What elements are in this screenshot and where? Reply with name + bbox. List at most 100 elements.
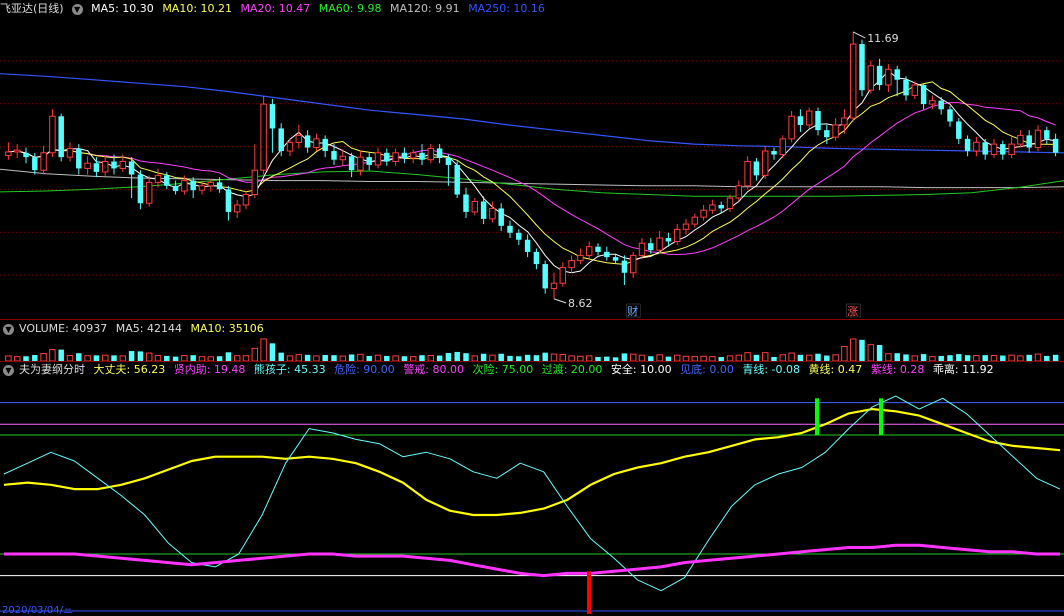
candle-body xyxy=(859,44,865,91)
candle-body xyxy=(304,135,311,148)
candle-body xyxy=(629,254,637,274)
candle-body xyxy=(207,181,215,187)
volume-bar xyxy=(542,352,548,361)
candle-body xyxy=(23,152,29,158)
candle xyxy=(577,248,584,265)
volume-bar xyxy=(225,352,232,361)
candle xyxy=(454,161,460,198)
candle-body xyxy=(990,143,998,156)
volume-bar xyxy=(278,352,284,361)
candle-body xyxy=(815,111,821,131)
candle xyxy=(313,133,320,152)
candle-body xyxy=(5,151,12,156)
candle xyxy=(401,147,408,164)
volume-bar xyxy=(867,344,875,361)
candle-body xyxy=(1044,130,1050,139)
candle-body xyxy=(471,200,479,213)
chevron-down-icon[interactable]: ▼ xyxy=(71,3,83,15)
candle-body xyxy=(1008,143,1015,156)
candle xyxy=(876,58,883,91)
candle-body xyxy=(145,181,153,204)
volume-bar xyxy=(251,347,259,361)
candle-body xyxy=(718,204,724,209)
candle-body xyxy=(533,251,540,265)
candle xyxy=(982,138,988,160)
legend-zixian: 紫线: 0.28 xyxy=(870,363,925,376)
candle-body xyxy=(76,148,82,169)
candle-body xyxy=(559,267,567,284)
legend-ma250: MA250: 10.16 xyxy=(468,2,545,15)
candle-body xyxy=(656,237,663,251)
volume-bar xyxy=(859,339,865,361)
legend-xionghaizi: 熊孩子: 45.33 xyxy=(253,363,326,376)
candle xyxy=(568,255,575,273)
chevron-down-icon[interactable]: ▼ xyxy=(3,364,14,376)
candle-body xyxy=(1034,129,1042,149)
volume-bar xyxy=(788,352,795,361)
candle-body xyxy=(947,109,953,122)
volume-legend: ▼ VOLUME: 40937 MA5: 42144 MA10: 35106 xyxy=(0,320,269,338)
volume-bar xyxy=(445,353,452,361)
candle xyxy=(445,154,452,186)
legend-anquan: 安全: 10.00 xyxy=(610,363,672,376)
candle-body xyxy=(700,209,707,218)
legend-vol-ma5: MA5: 42144 xyxy=(115,322,182,335)
candle-body xyxy=(419,152,425,160)
candle xyxy=(656,231,663,254)
candle-body xyxy=(49,115,56,154)
candle xyxy=(137,170,144,210)
indicator-chart[interactable] xyxy=(0,361,1064,616)
candle-body xyxy=(595,246,601,252)
candle-body xyxy=(286,141,294,152)
candle xyxy=(23,147,29,164)
candle-body xyxy=(894,69,900,80)
candle-body xyxy=(903,79,909,96)
candle-body xyxy=(691,216,699,225)
volume-bar xyxy=(876,345,883,361)
candle xyxy=(973,137,980,157)
candle-body xyxy=(427,147,435,161)
candle-body xyxy=(726,197,734,209)
candle-body xyxy=(190,180,196,191)
candle-body xyxy=(550,282,558,289)
candle-body xyxy=(841,117,848,126)
candle xyxy=(956,118,962,145)
candle-body xyxy=(137,174,144,204)
candle xyxy=(524,234,531,258)
candle xyxy=(40,145,47,175)
candle xyxy=(322,135,328,158)
legend-cixian: 次险: 75.00 xyxy=(472,363,534,376)
candle xyxy=(832,118,839,141)
legend-guodu: 过渡: 20.00 xyxy=(541,363,603,376)
candle-body xyxy=(322,138,328,152)
candle-body xyxy=(436,148,443,158)
candle xyxy=(709,199,716,214)
legend-ma20: MA20: 10.47 xyxy=(240,2,311,15)
candle xyxy=(1017,130,1024,148)
candle-body xyxy=(348,156,355,171)
candle-body xyxy=(885,68,892,86)
candle xyxy=(392,148,399,166)
event-cai-label: 财 xyxy=(627,304,638,318)
volume-bar xyxy=(621,353,628,361)
candle-body xyxy=(542,264,548,289)
candle xyxy=(1044,126,1050,145)
candle xyxy=(145,175,153,207)
volume-bar xyxy=(269,343,276,361)
volume-bar xyxy=(761,352,769,361)
candle xyxy=(13,144,21,158)
price-chart[interactable]: 11.69 8.62 财 涨 xyxy=(0,0,1064,320)
legend-huangxian: 黄线: 0.47 xyxy=(808,363,863,376)
volume-bar xyxy=(920,354,927,361)
candle-body xyxy=(1052,138,1059,153)
candle xyxy=(533,248,540,270)
volume-bar xyxy=(498,353,504,361)
candle-body xyxy=(788,115,795,140)
candle-body xyxy=(682,223,690,230)
candle xyxy=(436,144,443,164)
candle-body xyxy=(568,260,575,269)
chevron-down-icon[interactable]: ▼ xyxy=(3,323,14,335)
candle xyxy=(947,105,953,127)
candle-body xyxy=(392,152,399,162)
candle xyxy=(58,113,64,162)
